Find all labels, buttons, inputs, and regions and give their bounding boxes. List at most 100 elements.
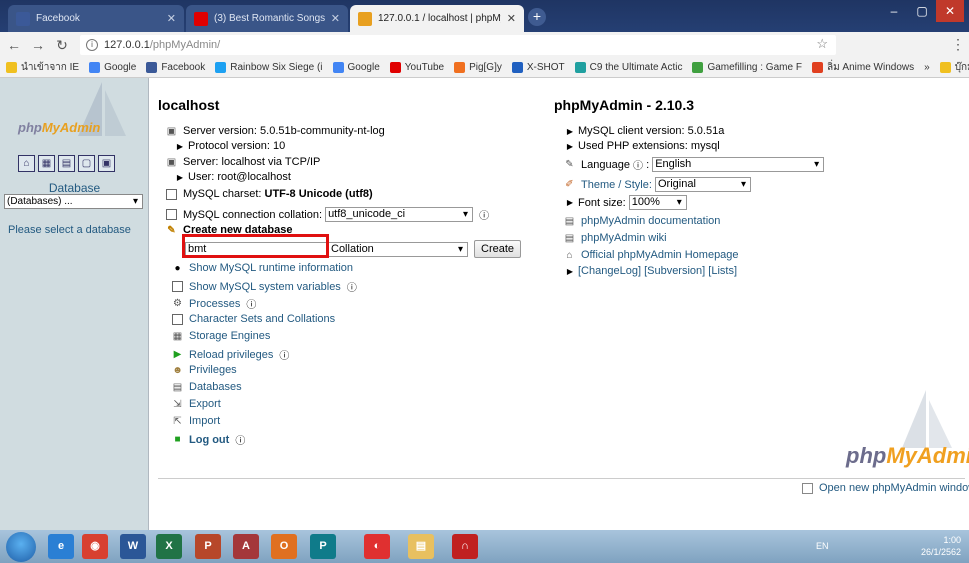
privileges-link[interactable]: Privileges bbox=[189, 364, 237, 376]
wiki-link[interactable]: phpMyAdmin wiki bbox=[581, 232, 667, 244]
xampp-icon[interactable]: ∩ bbox=[452, 534, 478, 559]
minimize-button[interactable]: – bbox=[880, 0, 908, 22]
system-clock[interactable]: 1:00 26/1/2562 bbox=[921, 534, 961, 558]
help-icon[interactable]: ⓘ bbox=[279, 347, 289, 362]
create-database-button[interactable]: Create bbox=[474, 240, 522, 258]
runtime-info-link-row[interactable]: ● Show MySQL runtime information bbox=[172, 262, 353, 274]
home-icon[interactable]: ⌂ bbox=[18, 155, 35, 172]
phpmyadmin-logo[interactable]: phpMyAdmin bbox=[18, 120, 100, 135]
internet-explorer-icon[interactable]: e bbox=[48, 534, 74, 559]
file-explorer-icon[interactable]: ▤ bbox=[408, 534, 434, 559]
reload-link-row[interactable]: ▶ Reload privileges ⓘ bbox=[172, 347, 290, 363]
language-indicator[interactable]: EN bbox=[816, 541, 829, 551]
engines-link-row[interactable]: ▦ Storage Engines bbox=[172, 330, 271, 342]
charsets-link-row[interactable]: Character Sets and Collations bbox=[172, 313, 335, 325]
changelog-link[interactable]: [ChangeLog] bbox=[578, 265, 641, 277]
connection-collation-select[interactable]: utf8_unicode_ci bbox=[325, 207, 474, 222]
powerpoint-icon[interactable]: P bbox=[195, 534, 221, 559]
font-size-select[interactable]: 100% bbox=[628, 195, 687, 210]
bookmark-item[interactable]: YouTube bbox=[389, 62, 444, 73]
privileges-link-row[interactable]: ☻ Privileges bbox=[172, 364, 237, 376]
homepage-link[interactable]: Official phpMyAdmin Homepage bbox=[581, 249, 739, 261]
logo-text-myadmin: MyAdmin bbox=[41, 120, 101, 135]
system-variables-link[interactable]: Show MySQL system variables bbox=[189, 281, 341, 293]
database-select[interactable]: (Databases) ... bbox=[4, 194, 143, 209]
tab-facebook[interactable]: Facebook ✕ bbox=[8, 5, 184, 32]
bookmark-item[interactable]: Pig[G]y bbox=[454, 62, 502, 73]
reload-icon[interactable]: ↻ bbox=[52, 37, 72, 54]
bookmark-item[interactable]: ลิ่ม Anime Windows bbox=[811, 60, 914, 75]
theme-select[interactable]: Original bbox=[654, 177, 751, 192]
runtime-info-link[interactable]: Show MySQL runtime information bbox=[189, 262, 353, 274]
browser-menu-icon[interactable]: ⋮ bbox=[948, 36, 968, 53]
bookmark-item[interactable]: Rainbow Six Siege (i bbox=[215, 62, 323, 73]
close-tab-icon[interactable]: ✕ bbox=[507, 12, 516, 25]
storage-engines-link[interactable]: Storage Engines bbox=[189, 330, 270, 342]
address-bar[interactable]: i 127.0.0.1/phpMyAdmin/ ☆ bbox=[80, 35, 836, 55]
import-link-row[interactable]: ⇱ Import bbox=[172, 415, 220, 427]
close-window-button[interactable]: ✕ bbox=[936, 0, 964, 22]
databases-link[interactable]: Databases bbox=[189, 381, 242, 393]
charsets-link[interactable]: Character Sets and Collations bbox=[189, 313, 335, 325]
import-link[interactable]: Import bbox=[189, 415, 220, 427]
close-tab-icon[interactable]: ✕ bbox=[167, 12, 176, 25]
help-icon[interactable]: ⓘ bbox=[347, 279, 357, 294]
phpmyadmin-footer-logo[interactable]: phpMyAdmin bbox=[846, 443, 969, 469]
system-variables-link-row[interactable]: Show MySQL system variables ⓘ bbox=[172, 279, 357, 294]
wiki-row[interactable]: ▤ phpMyAdmin wiki bbox=[564, 232, 667, 244]
documentation-link[interactable]: phpMyAdmin documentation bbox=[581, 215, 720, 227]
documentation-row[interactable]: ▤ phpMyAdmin documentation bbox=[564, 215, 721, 227]
maximize-button[interactable]: ▢ bbox=[908, 0, 936, 22]
reload-privileges-link[interactable]: Reload privileges bbox=[189, 349, 273, 361]
outlook-icon[interactable]: O bbox=[271, 534, 297, 559]
help-icon[interactable]: ⓘ bbox=[633, 157, 643, 172]
tab-phpmyadmin[interactable]: 127.0.0.1 / localhost | phpMyAdm ✕ bbox=[350, 5, 524, 32]
databases-link-row[interactable]: ▤ Databases bbox=[172, 381, 242, 393]
export-link-row[interactable]: ⇲ Export bbox=[172, 398, 221, 410]
server-icon: ▣ bbox=[166, 156, 177, 168]
new-window-link[interactable]: Open new phpMyAdmin window bbox=[819, 482, 969, 494]
processes-link[interactable]: Processes bbox=[189, 298, 240, 310]
excel-icon[interactable]: X bbox=[156, 534, 182, 559]
access-icon[interactable]: A bbox=[233, 534, 259, 559]
bookmark-star-icon[interactable]: ☆ bbox=[816, 36, 828, 52]
new-window-row[interactable]: Open new phpMyAdmin window bbox=[802, 482, 969, 494]
logout-link-row[interactable]: ■ Log out ⓘ bbox=[172, 432, 245, 448]
word-icon[interactable]: W bbox=[120, 534, 146, 559]
bookmark-item[interactable]: C9 the Ultimate Actic bbox=[574, 62, 682, 73]
homepage-row[interactable]: ⌂ Official phpMyAdmin Homepage bbox=[564, 249, 739, 261]
logout-link[interactable]: Log out bbox=[189, 434, 229, 446]
new-tab-button[interactable]: + bbox=[528, 8, 546, 26]
media-player-icon[interactable]: ◐ bbox=[364, 534, 390, 559]
export-link[interactable]: Export bbox=[189, 398, 221, 410]
bookmark-item[interactable]: X-SHOT bbox=[511, 62, 565, 73]
publisher-icon[interactable]: P bbox=[310, 534, 336, 559]
start-button[interactable] bbox=[6, 532, 36, 562]
bookmarks-overflow-button[interactable]: » bbox=[924, 62, 930, 73]
sql-icon[interactable]: ▤ bbox=[58, 155, 75, 172]
chrome-icon[interactable]: ◉ bbox=[82, 534, 108, 559]
processes-link-row[interactable]: ⚙ Processes ⓘ bbox=[172, 296, 256, 312]
theme-link[interactable]: Theme / Style: bbox=[581, 179, 652, 191]
lists-link[interactable]: [Lists] bbox=[708, 265, 737, 277]
bookmark-item[interactable]: Google bbox=[332, 62, 380, 73]
tab-youtube[interactable]: (3) Best Romantic Songs Lo ✕ bbox=[186, 5, 348, 32]
subversion-link[interactable]: [Subversion] bbox=[644, 265, 705, 277]
mysql-docs-icon[interactable]: ▣ bbox=[98, 155, 115, 172]
site-info-icon[interactable]: i bbox=[86, 39, 98, 51]
help-icon[interactable]: ⓘ bbox=[479, 207, 489, 222]
new-database-collation-select[interactable]: Collation bbox=[328, 241, 468, 257]
help-icon[interactable]: ⓘ bbox=[246, 296, 256, 311]
close-tab-icon[interactable]: ✕ bbox=[331, 12, 340, 25]
back-icon[interactable]: ← bbox=[4, 37, 24, 53]
query-window-icon[interactable]: ▦ bbox=[38, 155, 55, 172]
language-select[interactable]: English bbox=[652, 157, 825, 172]
forward-icon[interactable]: → bbox=[28, 37, 48, 53]
bookmark-item[interactable]: Facebook bbox=[146, 62, 205, 73]
documentation-icon[interactable]: ▢ bbox=[78, 155, 95, 172]
other-bookmarks-folder[interactable]: บุ๊กมาร์กอื่นๆ bbox=[939, 60, 969, 75]
help-icon[interactable]: ⓘ bbox=[235, 432, 245, 447]
bookmark-item[interactable]: นำเข้าจาก IE bbox=[6, 60, 79, 75]
bookmark-item[interactable]: Google bbox=[89, 62, 136, 73]
bookmark-item[interactable]: Gamefilling : Game F bbox=[692, 62, 802, 73]
